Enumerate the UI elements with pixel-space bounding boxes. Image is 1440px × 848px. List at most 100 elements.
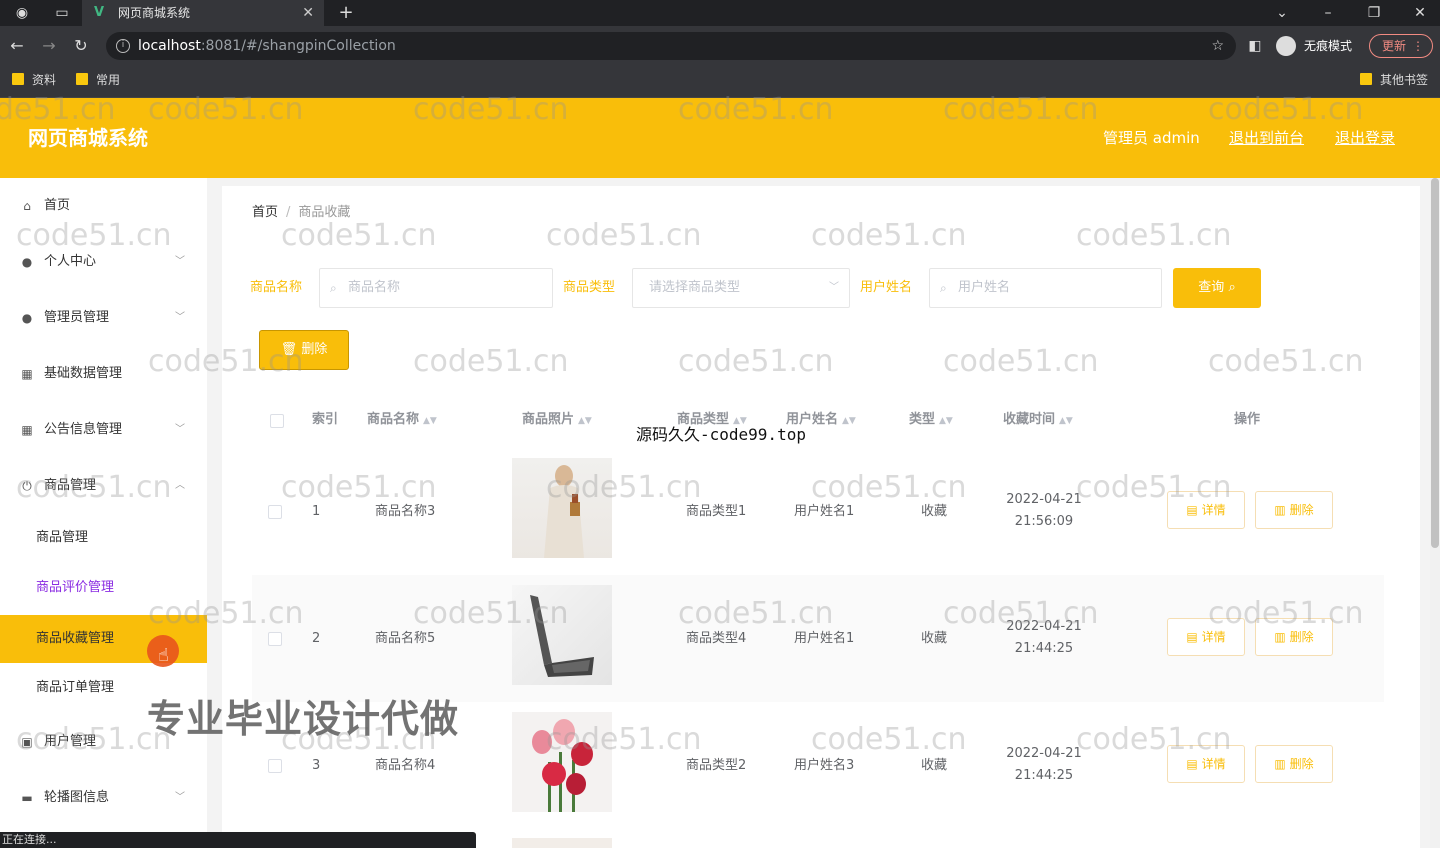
trash-icon: ▥: [1274, 757, 1286, 771]
new-tab-icon[interactable]: +: [334, 0, 358, 26]
front-link[interactable]: 退出到前台: [1229, 128, 1304, 148]
cell-type: 商品类型1: [686, 504, 747, 519]
browser-status-bar: 正在连接...: [0, 832, 476, 848]
sidepanel-icon[interactable]: ◧: [1242, 26, 1268, 66]
incognito-icon: [1276, 36, 1296, 56]
row-delete-button[interactable]: ▥ 删除: [1255, 491, 1333, 529]
th-index: 索引: [312, 412, 339, 427]
row-delete-button[interactable]: ▥ 删除: [1255, 745, 1333, 783]
cell-type: 商品类型4: [686, 631, 747, 646]
browser-tab[interactable]: V 网页商城系统 ✕: [82, 0, 324, 26]
update-label: 更新: [1382, 39, 1407, 53]
reload-icon[interactable]: ↻: [68, 26, 94, 66]
logout-link[interactable]: 退出登录: [1335, 128, 1395, 148]
tab-search-icon[interactable]: ⌄: [1270, 0, 1294, 26]
row-checkbox[interactable]: [268, 759, 282, 773]
sidebar-item-home[interactable]: ⌂ 首页: [0, 186, 207, 226]
trash-icon: ▥: [1274, 503, 1286, 517]
doc-icon: ▤: [1186, 757, 1198, 771]
delete-label: 删除: [301, 342, 328, 357]
detail-label: 详情: [1201, 503, 1226, 517]
more-icon: ⋮: [1412, 39, 1424, 53]
bookmark-star-icon[interactable]: ☆: [1211, 32, 1224, 60]
select-all-checkbox[interactable]: [270, 414, 284, 428]
page-scrollbar[interactable]: [1430, 178, 1440, 848]
sidebar-item-basic-data[interactable]: ▦ 基础数据管理: [0, 354, 207, 394]
sidebar-item-label: 商品管理: [44, 478, 97, 493]
sidebar-item-notice[interactable]: ▦ 公告信息管理 ﹀: [0, 410, 207, 450]
th-ops: 操作: [1234, 412, 1261, 427]
filter-user-label: 用户姓名: [860, 280, 913, 295]
incognito-indicator[interactable]: 无痕模式: [1276, 34, 1352, 58]
browser-menu-icon[interactable]: ◉: [10, 0, 34, 26]
chevron-down-icon: ﹀: [175, 256, 185, 267]
row-checkbox[interactable]: [268, 632, 282, 646]
site-info-icon[interactable]: i: [116, 39, 130, 53]
minimize-icon[interactable]: –: [1316, 0, 1340, 26]
th-label: 商品照片: [522, 412, 575, 427]
bookmark-folder[interactable]: 资料: [10, 66, 56, 98]
sidebar-item-profile[interactable]: ● 个人中心 ﹀: [0, 242, 207, 282]
filter-type-label: 商品类型: [563, 280, 616, 295]
sidebar-item-label: 管理员管理: [44, 310, 110, 325]
placeholder: 商品名称: [348, 280, 401, 295]
sort-icon: ▲▼: [842, 416, 856, 426]
tab-close-icon[interactable]: ✕: [302, 0, 314, 26]
row-checkbox[interactable]: [268, 505, 282, 519]
back-icon[interactable]: ←: [4, 26, 30, 66]
home-icon: ⌂: [23, 199, 31, 213]
sidebar-item-admin[interactable]: ● 管理员管理 ﹀: [0, 298, 207, 338]
maximize-icon[interactable]: ❐: [1362, 0, 1386, 26]
source-watermark: 源码久久-code99.top: [636, 425, 806, 444]
type-select[interactable]: 请选择商品类型 ﹀: [632, 268, 850, 308]
url-host: localhost: [138, 38, 201, 54]
scrollbar-thumb[interactable]: [1431, 178, 1439, 548]
query-label: 查询: [1198, 280, 1225, 295]
update-button[interactable]: 更新 ⋮: [1369, 34, 1433, 58]
sort-icon: ▲▼: [578, 416, 592, 426]
detail-button[interactable]: ▤ 详情: [1167, 491, 1245, 529]
th-name[interactable]: 商品名称 ▲▼: [367, 410, 437, 431]
chevron-down-icon: ﹀: [175, 792, 185, 803]
doc-icon: ▤: [1186, 503, 1198, 517]
sidebar-item-carousel[interactable]: ▬ 轮播图信息 ﹀: [0, 778, 207, 818]
th-photo[interactable]: 商品照片 ▲▼: [522, 410, 592, 431]
filter-name-label: 商品名称: [250, 280, 303, 295]
name-search-input[interactable]: ⌕ 商品名称: [319, 268, 553, 308]
th-kind[interactable]: 类型 ▲▼: [909, 410, 953, 431]
users-icon: ▣: [21, 735, 33, 749]
folder-icon: [12, 73, 24, 85]
detail-button[interactable]: ▤ 详情: [1167, 745, 1245, 783]
window-close-icon[interactable]: ✕: [1408, 0, 1432, 26]
detail-button[interactable]: ▤ 详情: [1167, 618, 1245, 656]
cell-kind: 收藏: [921, 631, 948, 646]
grid-icon: ▦: [21, 367, 33, 381]
cell-user: 用户姓名1: [794, 631, 855, 646]
th-label: 商品名称: [367, 412, 420, 427]
sidebar-sub-reviews[interactable]: 商品评价管理: [0, 568, 207, 608]
breadcrumb-home[interactable]: 首页: [252, 205, 278, 220]
th-time[interactable]: 收藏时间 ▲▼: [1003, 410, 1073, 431]
bookmark-label: 常用: [96, 73, 121, 87]
admin-label: 管理员 admin: [1103, 129, 1200, 147]
sidebar: ⌂ 首页 ● 个人中心 ﹀ ● 管理员管理 ﹀ ▦ 基础数据管理 ▦ 公告信息管理 ﹀ ⏻ 商品管…: [0, 178, 207, 848]
cell-time: 2022-04-21 21:44:25: [1004, 743, 1084, 787]
sidebar-sub-goods[interactable]: 商品管理: [0, 518, 207, 558]
breadcrumb-current: 商品收藏: [298, 205, 351, 220]
other-bookmarks[interactable]: 其他书签: [1358, 66, 1428, 98]
bookmarks-bar: 资料 常用 其他书签: [0, 66, 1440, 98]
table-row: 1 商品名称3 商品类型1 用户姓名1 收藏 2022-04-21 21:56:0…: [252, 448, 1384, 575]
sort-icon: ▲▼: [939, 416, 953, 426]
forward-icon[interactable]: →: [36, 26, 62, 66]
bookmark-folder[interactable]: 常用: [74, 66, 120, 98]
user-search-input[interactable]: ⌕ 用户姓名: [929, 268, 1162, 308]
tab-group-icon[interactable]: ▭: [50, 0, 74, 26]
batch-delete-button[interactable]: 🗑 删除: [259, 330, 349, 370]
url-field[interactable]: i localhost:8081/#/shangpinCollection ☆: [106, 32, 1236, 60]
query-button[interactable]: 查询 ⌕: [1173, 268, 1261, 308]
bookmark-label: 其他书签: [1380, 73, 1429, 87]
delete-label: 删除: [1289, 503, 1314, 517]
row-delete-button[interactable]: ▥ 删除: [1255, 618, 1333, 656]
tab-title: 网页商城系统: [118, 6, 191, 20]
sidebar-item-goods[interactable]: ⏻ 商品管理 ︿: [0, 466, 207, 506]
